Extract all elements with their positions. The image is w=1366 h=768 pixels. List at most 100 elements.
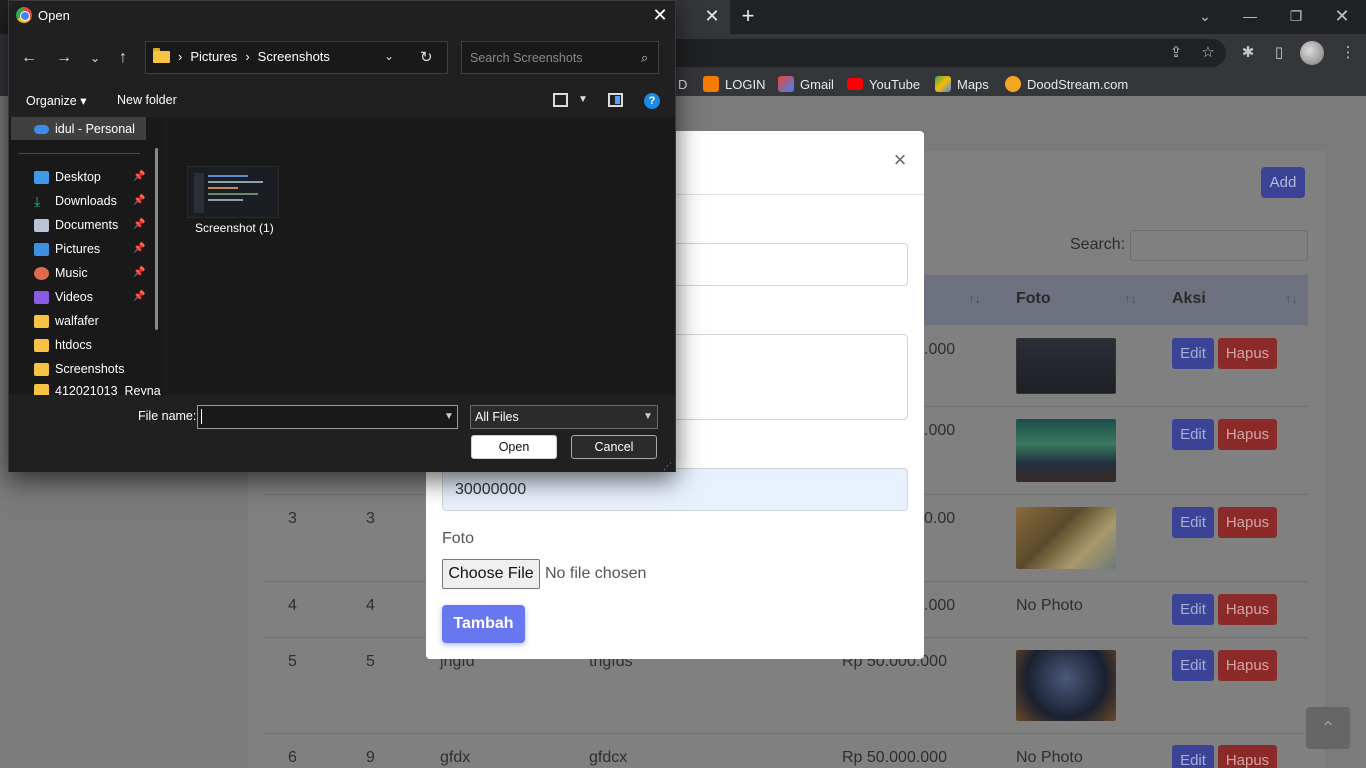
delete-button[interactable]: Hapus [1218, 745, 1277, 768]
close-window-icon[interactable]: ✕ [1330, 6, 1354, 26]
back-icon[interactable]: ← [18, 47, 40, 69]
music-icon [34, 266, 49, 280]
edit-button[interactable]: Edit [1172, 594, 1214, 625]
price-cell: 0.00 [924, 510, 956, 527]
refresh-icon[interactable]: ↻ [420, 48, 433, 66]
modal-close-button[interactable]: × [889, 149, 911, 171]
new-tab-icon[interactable]: + [738, 5, 758, 27]
file-list-pane [167, 117, 675, 395]
side-panel-icon[interactable]: ▯ [1267, 42, 1291, 64]
nav-item-onedrive[interactable]: idul - Personal [34, 120, 135, 138]
desktop-icon [34, 170, 49, 184]
bookmark-login[interactable]: LOGIN [703, 74, 765, 94]
row-id: 5 [366, 653, 375, 670]
delete-button[interactable]: Hapus [1218, 650, 1277, 681]
nav-divider [18, 153, 140, 154]
chrome-icon [16, 7, 32, 23]
chevron-down-icon[interactable]: ▼ [643, 411, 653, 422]
nav-item-documents[interactable]: Documents [34, 216, 118, 234]
sort-icon[interactable]: ↑↓ [1285, 291, 1298, 306]
forward-icon[interactable]: → [53, 47, 75, 69]
edit-button[interactable]: Edit [1172, 650, 1214, 681]
sort-icon[interactable]: ↑↓ [968, 291, 981, 306]
nav-item-htdocs[interactable]: htdocs [34, 336, 92, 354]
column-header-foto[interactable]: Foto [1016, 290, 1051, 308]
help-icon[interactable]: ? [644, 93, 660, 109]
chevron-down-icon[interactable]: ▼ [444, 411, 454, 422]
nav-item-downloads[interactable]: ⤓ Downloads [34, 192, 117, 210]
nav-item-videos[interactable]: Videos [34, 288, 93, 306]
chevron-down-icon[interactable]: ▼ [578, 94, 588, 105]
breadcrumb-pictures[interactable]: Pictures [190, 49, 237, 64]
price-cell: .000 [924, 341, 956, 358]
nav-item-screenshots[interactable]: Screenshots [34, 360, 124, 378]
resize-grip-icon[interactable]: ⋰ [663, 461, 672, 472]
extensions-icon[interactable]: ✱ [1236, 42, 1260, 64]
dialog-search-input[interactable]: Search Screenshots [461, 41, 659, 74]
preview-pane-icon[interactable] [608, 93, 623, 107]
share-icon[interactable]: ⇪ [1164, 42, 1188, 64]
bookmark-star-icon[interactable]: ☆ [1196, 42, 1220, 64]
file-thumbnail[interactable] [187, 166, 279, 218]
file-name-label: File name: [138, 409, 197, 423]
sort-icon[interactable]: ↑↓ [1124, 291, 1137, 306]
new-folder-button[interactable]: New folder [117, 93, 177, 107]
bookmark-doodstream[interactable]: DoodStream.com [1005, 74, 1128, 94]
address-bar[interactable] [676, 39, 1226, 67]
modal-price-input[interactable]: 30000000 [442, 468, 908, 511]
recent-locations-icon[interactable]: ⌄ [84, 47, 106, 69]
chevron-down-icon[interactable]: ⌄ [384, 49, 394, 63]
choose-file-button[interactable]: Choose File [442, 559, 540, 589]
cancel-button[interactable]: Cancel [571, 435, 657, 459]
scroll-to-top-button[interactable]: ⌃ [1306, 707, 1350, 749]
row-id: 9 [366, 749, 375, 766]
edit-button[interactable]: Edit [1172, 507, 1214, 538]
close-tab-icon[interactable]: ✕ [702, 6, 722, 26]
minimize-icon[interactable]: — [1238, 6, 1262, 26]
photo-thumbnail [1016, 650, 1116, 721]
delete-button[interactable]: Hapus [1218, 594, 1277, 625]
maps-icon [935, 76, 951, 92]
file-label[interactable]: Screenshot (1) [195, 221, 274, 235]
submit-tambah-button[interactable]: Tambah [442, 605, 525, 643]
up-icon[interactable]: ↑ [112, 47, 134, 69]
dialog-close-icon[interactable]: ✕ [650, 5, 670, 25]
restore-icon[interactable]: ❐ [1284, 6, 1308, 26]
bookmark-gmail[interactable]: Gmail [778, 74, 834, 94]
view-mode-icon[interactable] [553, 93, 568, 107]
edit-button[interactable]: Edit [1172, 745, 1214, 768]
nav-item-walfafer[interactable]: walfafer [34, 312, 99, 330]
file-type-select[interactable]: All Files [470, 405, 658, 429]
bookmark-maps[interactable]: Maps [935, 74, 989, 94]
profile-avatar[interactable] [1300, 41, 1324, 65]
breadcrumb-screenshots[interactable]: Screenshots [258, 49, 330, 64]
table-search-input[interactable] [1130, 230, 1308, 261]
price-cell: Rp 50.000.000 [842, 749, 947, 766]
nav-item-music[interactable]: Music [34, 264, 88, 282]
bookmark-youtube[interactable]: YouTube [847, 74, 920, 94]
open-button[interactable]: Open [471, 435, 557, 459]
delete-button[interactable]: Hapus [1218, 338, 1277, 369]
nav-item-pictures[interactable]: Pictures [34, 240, 100, 258]
menu-icon[interactable]: ⋮ [1336, 42, 1360, 64]
edit-button[interactable]: Edit [1172, 338, 1214, 369]
edit-button[interactable]: Edit [1172, 419, 1214, 450]
add-button[interactable]: Add [1261, 167, 1305, 198]
nav-scrollbar[interactable] [155, 148, 158, 330]
nav-item-desktop[interactable]: Desktop [34, 168, 101, 186]
nav-item-reyna[interactable]: 412021013_Reyna [34, 384, 161, 395]
pin-icon: 📌 [133, 195, 146, 206]
delete-button[interactable]: Hapus [1218, 419, 1277, 450]
photo-thumbnail [1016, 419, 1116, 482]
description-cell: gfdcx [589, 749, 628, 766]
delete-button[interactable]: Hapus [1218, 507, 1277, 538]
folder-icon [34, 314, 49, 328]
file-name-input[interactable] [197, 405, 458, 429]
organize-menu[interactable]: Organize ▾ [26, 93, 86, 108]
photo-thumbnail [1016, 338, 1116, 394]
bookmark-d[interactable]: D [678, 74, 687, 94]
column-header-aksi[interactable]: Aksi [1172, 290, 1206, 308]
tab-search-icon[interactable]: ⌄ [1193, 6, 1217, 26]
pin-icon: 📌 [133, 171, 146, 182]
pictures-icon [34, 242, 49, 256]
